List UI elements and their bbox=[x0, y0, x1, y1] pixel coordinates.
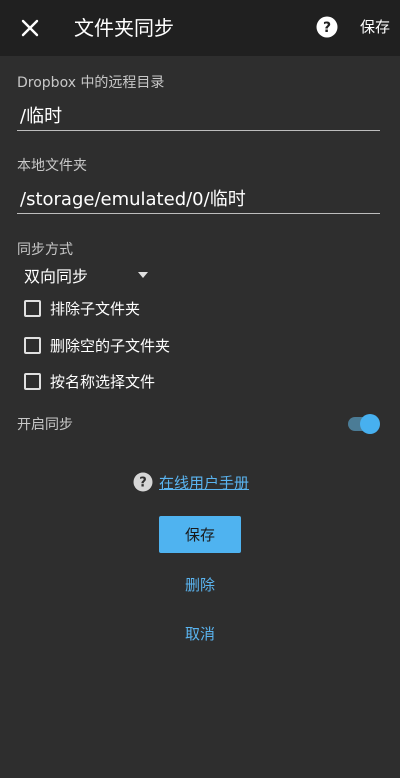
checkbox-box bbox=[24, 372, 41, 390]
sync-method-label: 同步方式 bbox=[17, 242, 73, 258]
exclude-subfolders-checkbox[interactable]: 排除子文件夹 bbox=[24, 297, 140, 319]
online-manual-link[interactable]: 在线用户手册 bbox=[159, 472, 249, 493]
local-folder-input[interactable] bbox=[17, 182, 380, 214]
help-icon: ? bbox=[316, 16, 338, 38]
sync-method-select[interactable]: 双向同步 bbox=[24, 262, 154, 288]
dropdown-caret-icon bbox=[138, 272, 148, 278]
local-folder-label: 本地文件夹 bbox=[17, 158, 87, 174]
close-icon bbox=[21, 19, 39, 37]
close-button[interactable] bbox=[12, 10, 48, 46]
checkbox-label: 排除子文件夹 bbox=[50, 299, 141, 318]
select-files-by-name-checkbox[interactable]: 按名称选择文件 bbox=[24, 370, 155, 392]
enable-sync-label: 开启同步 bbox=[17, 417, 73, 433]
checkbox-box bbox=[24, 336, 41, 354]
enable-sync-toggle[interactable] bbox=[348, 414, 382, 434]
toggle-thumb bbox=[360, 414, 380, 434]
help-icon: ? bbox=[133, 472, 153, 492]
sync-method-value: 双向同步 bbox=[24, 267, 89, 286]
checkbox-label: 删除空的子文件夹 bbox=[50, 336, 171, 355]
checkbox-label: 按名称选择文件 bbox=[50, 372, 156, 391]
appbar-save-button[interactable]: 保存 bbox=[360, 17, 390, 37]
manual-row: ? 在线用户手册 bbox=[133, 470, 249, 494]
delete-button[interactable]: 删除 bbox=[160, 570, 240, 598]
checkbox-box bbox=[24, 299, 41, 317]
delete-empty-subfolders-checkbox[interactable]: 删除空的子文件夹 bbox=[24, 334, 170, 356]
save-button[interactable]: 保存 bbox=[159, 516, 241, 553]
app-bar: 文件夹同步 ? 保存 bbox=[0, 0, 400, 56]
cancel-button[interactable]: 取消 bbox=[160, 619, 240, 647]
remote-dir-input[interactable] bbox=[17, 99, 380, 131]
remote-dir-label: Dropbox 中的远程目录 bbox=[17, 75, 165, 91]
svg-text:?: ? bbox=[323, 20, 331, 36]
svg-text:?: ? bbox=[139, 476, 147, 491]
help-button[interactable]: ? bbox=[315, 15, 339, 39]
page-title: 文件夹同步 bbox=[74, 16, 174, 40]
